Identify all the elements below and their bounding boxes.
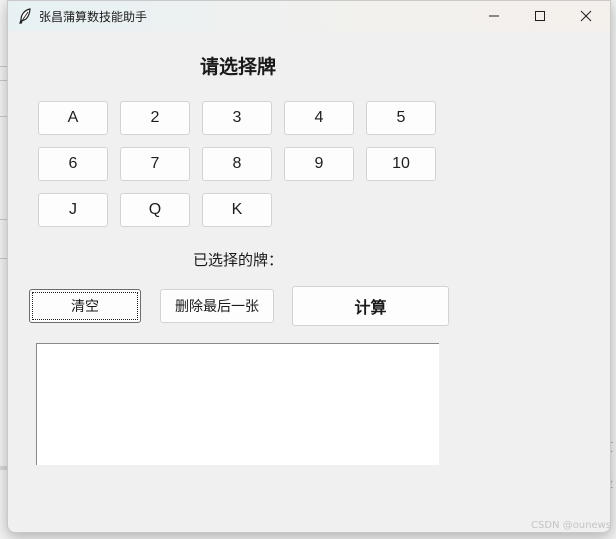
close-icon: [580, 10, 592, 22]
calculate-button-label: 计算: [354, 298, 387, 317]
clear-button[interactable]: 清空: [29, 289, 141, 323]
maximize-icon: [535, 11, 545, 21]
watermark: CSDN @ounews: [531, 520, 612, 531]
card-button-7[interactable]: 7: [120, 147, 190, 181]
card-button-j[interactable]: J: [38, 193, 108, 227]
minimize-icon: [489, 15, 499, 17]
card-button-5[interactable]: 5: [366, 101, 436, 135]
selected-cards-label: 已选择的牌：: [192, 251, 283, 269]
card-button-4[interactable]: 4: [284, 101, 354, 135]
title-bar[interactable]: 张昌蒲算数技能助手: [8, 1, 610, 31]
page-title: 请选择牌: [199, 56, 276, 78]
clear-button-label: 清空: [71, 299, 99, 315]
card-button-a[interactable]: A: [38, 101, 108, 135]
card-button-8[interactable]: 8: [202, 147, 272, 181]
window-title: 张昌蒲算数技能助手: [39, 10, 148, 24]
maximize-button[interactable]: [517, 1, 563, 31]
card-button-q[interactable]: Q: [120, 193, 190, 227]
app-window: 张昌蒲算数技能助手 请选择牌 A 2 3 4 5 6 7 8 9 10 J Q …: [7, 0, 611, 533]
calculate-button[interactable]: 计算: [292, 286, 449, 326]
delete-last-button[interactable]: 删除最后一张: [160, 289, 274, 323]
card-button-10[interactable]: 10: [366, 147, 436, 181]
minimize-button[interactable]: [471, 1, 517, 31]
close-button[interactable]: [563, 1, 609, 31]
feather-icon: [18, 8, 32, 24]
card-button-2[interactable]: 2: [120, 101, 190, 135]
card-button-9[interactable]: 9: [284, 147, 354, 181]
card-button-k[interactable]: K: [202, 193, 272, 227]
result-text-area[interactable]: [36, 343, 439, 465]
card-button-6[interactable]: 6: [38, 147, 108, 181]
delete-last-button-label: 删除最后一张: [175, 299, 259, 315]
card-button-3[interactable]: 3: [202, 101, 272, 135]
